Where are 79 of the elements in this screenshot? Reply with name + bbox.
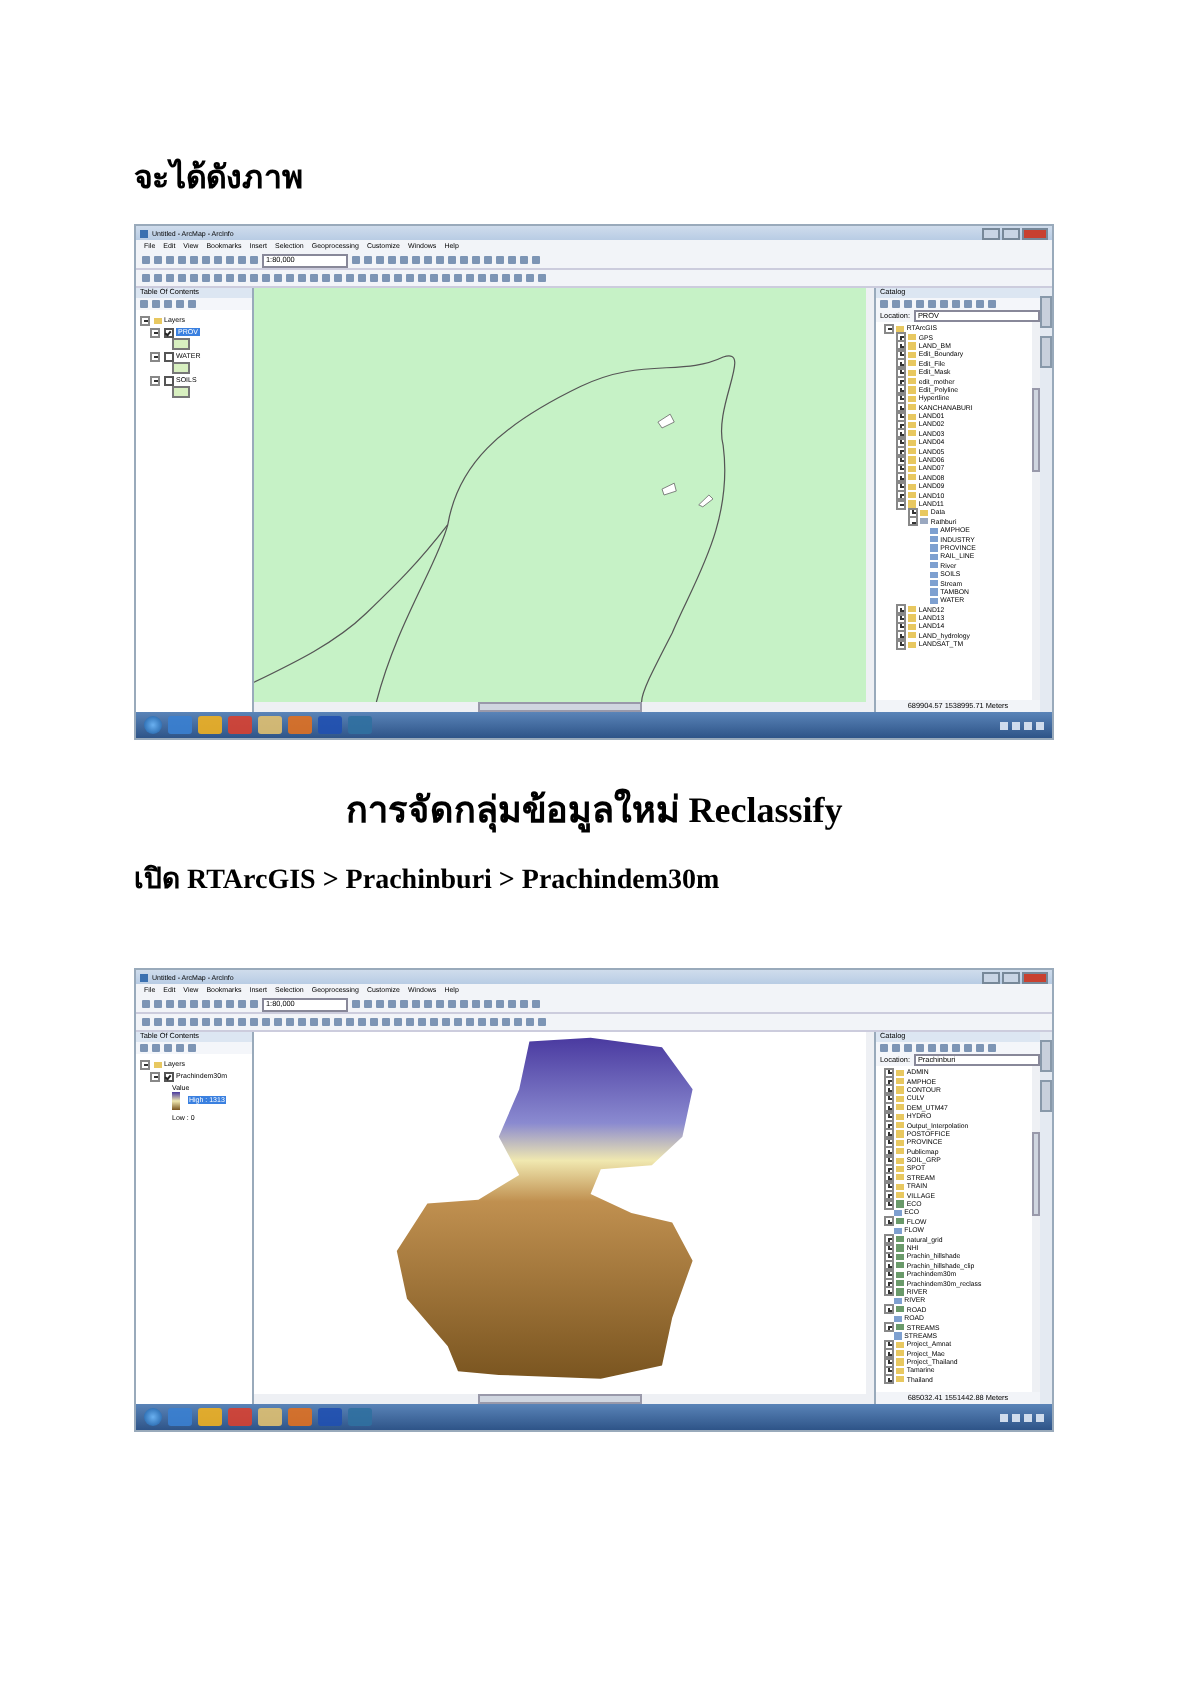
taskbar-icon[interactable] bbox=[228, 716, 252, 734]
expander-icon[interactable] bbox=[150, 1071, 160, 1081]
expander-icon[interactable] bbox=[884, 1102, 894, 1113]
taskbar-icon[interactable] bbox=[288, 1408, 312, 1426]
expander-icon[interactable] bbox=[896, 428, 906, 439]
expander-icon[interactable] bbox=[908, 516, 918, 527]
start-icon[interactable] bbox=[144, 1408, 162, 1426]
expander-icon[interactable] bbox=[884, 1374, 894, 1385]
maximize-icon[interactable] bbox=[1002, 227, 1020, 239]
checkbox[interactable] bbox=[163, 327, 173, 337]
expander-icon[interactable] bbox=[896, 639, 906, 650]
expander-icon[interactable] bbox=[140, 1059, 150, 1069]
taskbar-icon[interactable] bbox=[258, 1408, 282, 1426]
expander-icon[interactable] bbox=[884, 1146, 894, 1157]
expander-icon[interactable] bbox=[884, 1322, 894, 1333]
checkbox[interactable] bbox=[163, 351, 173, 361]
minimize-icon[interactable] bbox=[982, 971, 1000, 983]
checkbox[interactable] bbox=[163, 375, 173, 385]
taskbar-icon[interactable] bbox=[168, 1408, 192, 1426]
minimize-icon[interactable] bbox=[982, 227, 1000, 239]
expander-icon[interactable] bbox=[140, 315, 150, 325]
expander-icon[interactable] bbox=[896, 358, 906, 369]
expander-icon[interactable] bbox=[884, 1260, 894, 1271]
expander-icon[interactable] bbox=[150, 327, 160, 337]
scroll-bar-thumb[interactable] bbox=[478, 1394, 642, 1404]
expander-icon[interactable] bbox=[896, 490, 906, 501]
scroll-bar-thumb[interactable] bbox=[478, 702, 642, 712]
expander-icon[interactable] bbox=[884, 323, 894, 334]
heading: จะได้ดังภาพ bbox=[134, 156, 306, 192]
symbol-swatch bbox=[172, 386, 190, 398]
symbol-swatch bbox=[172, 362, 190, 374]
taskbar-icon[interactable] bbox=[228, 1408, 252, 1426]
start-icon[interactable] bbox=[144, 716, 162, 734]
side-tab-icon[interactable] bbox=[1040, 1080, 1052, 1112]
side-tab-icon[interactable] bbox=[1040, 1040, 1052, 1072]
expander-icon[interactable] bbox=[884, 1234, 894, 1245]
side-tab-icon[interactable] bbox=[1040, 296, 1052, 328]
checkbox[interactable] bbox=[163, 1071, 173, 1081]
expander-icon[interactable] bbox=[896, 384, 906, 395]
instruction-text: เปิด RTArcGIS > Prachinburi > Prachindem30m bbox=[134, 862, 722, 896]
scroll-bar-thumb[interactable] bbox=[1032, 387, 1040, 472]
color-ramp-icon bbox=[172, 1091, 180, 1109]
layers-icon bbox=[153, 1061, 161, 1067]
expander-icon[interactable] bbox=[896, 604, 906, 615]
expander-icon[interactable] bbox=[884, 1190, 894, 1201]
expander-icon[interactable] bbox=[884, 1304, 894, 1315]
scroll-bar-thumb[interactable] bbox=[1032, 1131, 1040, 1216]
app-icon bbox=[140, 229, 148, 237]
expander-icon[interactable] bbox=[896, 472, 906, 483]
taskbar-icon[interactable] bbox=[318, 716, 342, 734]
maximize-icon[interactable] bbox=[1002, 971, 1020, 983]
side-tab-icon[interactable] bbox=[1040, 336, 1052, 368]
expander-icon[interactable] bbox=[884, 1286, 894, 1297]
expander-icon[interactable] bbox=[896, 446, 906, 457]
layers-icon bbox=[153, 317, 161, 323]
expander-icon[interactable] bbox=[884, 1216, 894, 1227]
app-icon bbox=[140, 973, 148, 981]
taskbar-icon[interactable] bbox=[198, 1408, 222, 1426]
expander-icon[interactable] bbox=[150, 351, 160, 361]
taskbar-icon[interactable] bbox=[258, 716, 282, 734]
taskbar-icon[interactable] bbox=[198, 716, 222, 734]
close-icon[interactable] bbox=[1022, 971, 1048, 983]
expander-icon[interactable] bbox=[896, 499, 906, 510]
expander-icon[interactable] bbox=[884, 1348, 894, 1359]
expander-icon[interactable] bbox=[884, 1199, 894, 1210]
expander-icon[interactable] bbox=[150, 375, 160, 385]
taskbar-icon[interactable] bbox=[348, 716, 372, 734]
expander-icon[interactable] bbox=[896, 402, 906, 413]
expander-icon[interactable] bbox=[884, 1172, 894, 1183]
expander-icon[interactable] bbox=[896, 630, 906, 641]
expander-icon[interactable] bbox=[896, 340, 906, 351]
taskbar-icon[interactable] bbox=[318, 1408, 342, 1426]
close-icon[interactable] bbox=[1022, 227, 1048, 239]
expander-icon[interactable] bbox=[884, 1084, 894, 1095]
symbol-swatch bbox=[172, 338, 190, 350]
taskbar-icon[interactable] bbox=[348, 1408, 372, 1426]
taskbar-icon[interactable] bbox=[288, 716, 312, 734]
section-title: การจัดกลุ่มข้อมูลใหม่ Reclassify bbox=[343, 786, 845, 828]
expander-icon[interactable] bbox=[884, 1128, 894, 1139]
